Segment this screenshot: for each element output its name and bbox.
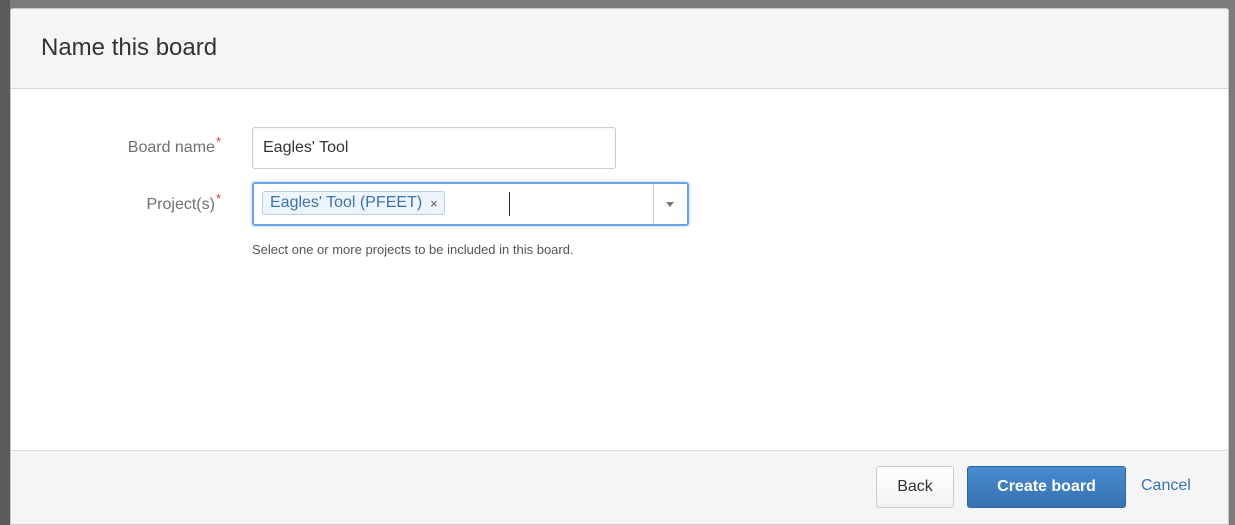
dialog-header: Name this board <box>11 9 1228 89</box>
board-name-label: Board name* <box>11 134 221 158</box>
chevron-down-icon <box>666 202 674 207</box>
board-name-label-text: Board name <box>127 139 215 156</box>
text-cursor <box>509 192 510 216</box>
projects-multi-select[interactable]: Eagles' Tool (PFEET) × <box>252 182 689 226</box>
required-marker: * <box>215 134 221 149</box>
board-name-input[interactable] <box>252 127 616 169</box>
backdrop-edge <box>0 0 10 525</box>
dialog-title: Name this board <box>41 34 218 61</box>
projects-label: Project(s)* <box>11 191 221 215</box>
projects-label-text: Project(s) <box>146 196 215 213</box>
create-board-dialog: Name this board Board name* Project(s)* … <box>10 8 1229 525</box>
dialog-footer: Back Create board Cancel <box>11 450 1228 524</box>
remove-project-icon[interactable]: × <box>430 197 438 210</box>
required-marker: * <box>215 191 221 206</box>
selected-project-label: Eagles' Tool (PFEET) <box>270 194 423 211</box>
cancel-link[interactable]: Cancel <box>1141 476 1191 496</box>
projects-dropdown-toggle[interactable] <box>653 184 687 224</box>
back-button[interactable]: Back <box>876 466 954 508</box>
projects-help-text: Select one or more projects to be includ… <box>252 242 574 257</box>
create-board-button[interactable]: Create board <box>967 466 1126 508</box>
selected-project-lozenge: Eagles' Tool (PFEET) × <box>262 191 445 215</box>
